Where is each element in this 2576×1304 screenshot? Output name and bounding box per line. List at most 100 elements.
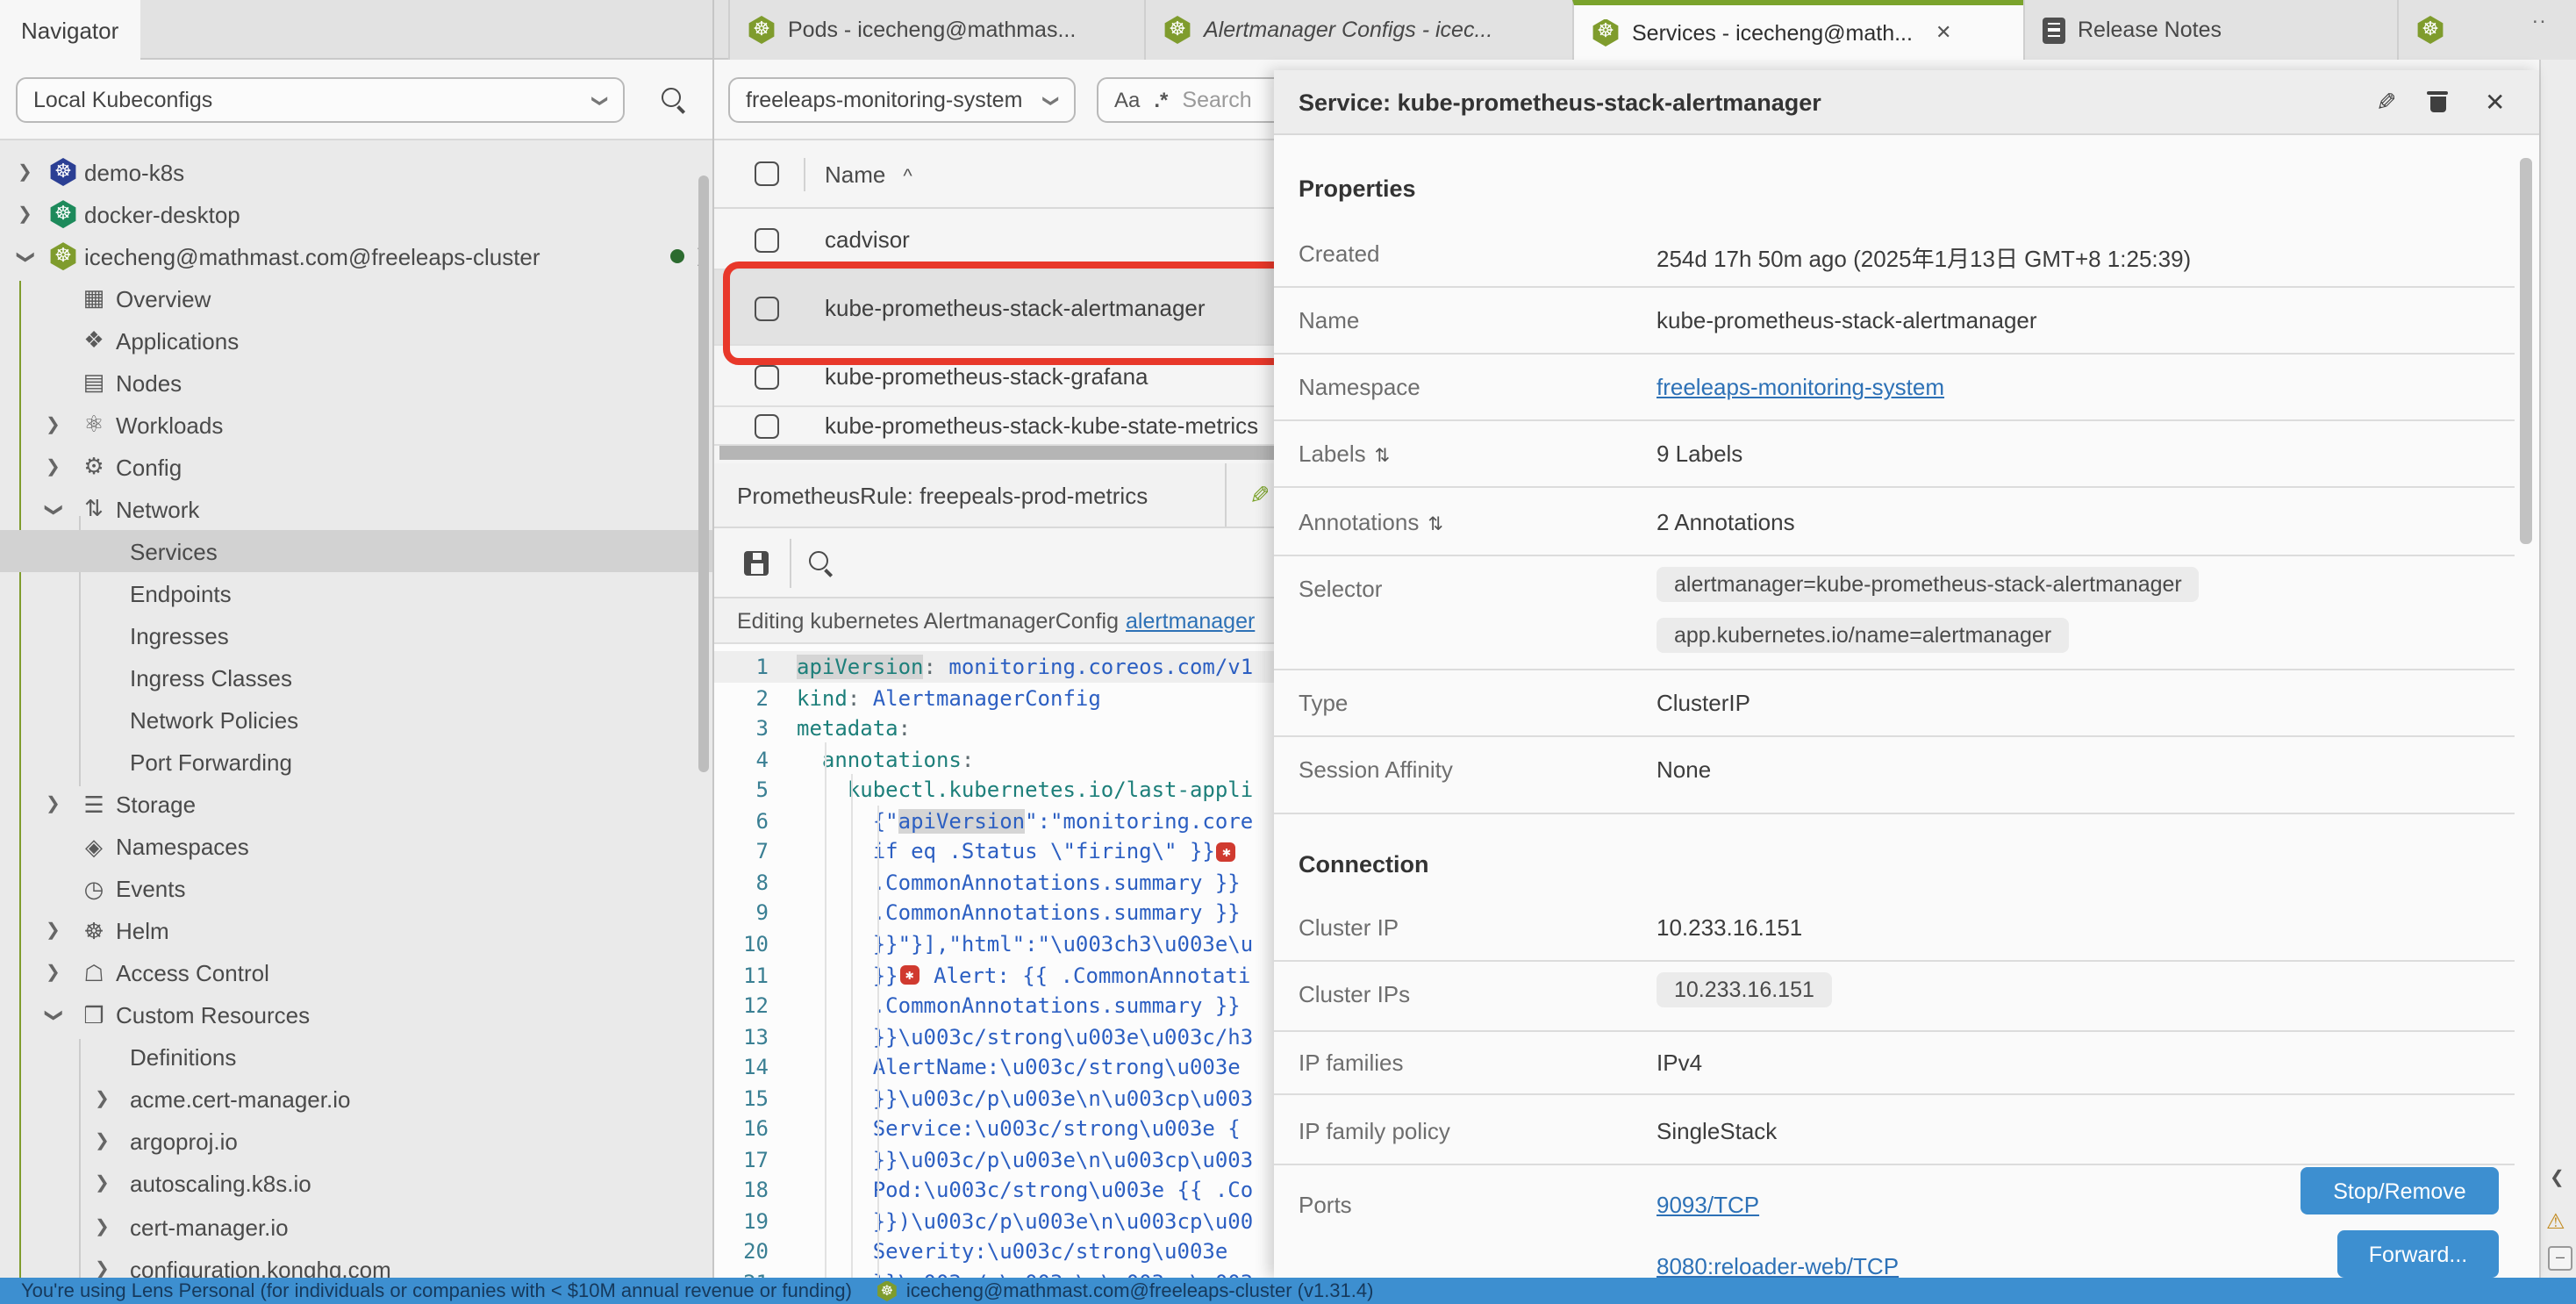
sidebar-item-autoscaling-k8s-io[interactable]: ❯autoscaling.k8s.io — [0, 1164, 712, 1206]
chevron-left-icon[interactable]: ❮ — [2550, 1169, 2565, 1188]
kubernetes-icon: ☸ — [1163, 16, 1191, 44]
chevron-right-icon[interactable]: ❯ — [95, 1259, 110, 1278]
chevron-right-icon[interactable]: ❯ — [46, 458, 61, 477]
line-number: 6 — [712, 809, 797, 834]
indent-guide — [851, 774, 853, 1278]
edit-icon[interactable]: ✎ — [1249, 480, 1270, 510]
edit-icon[interactable]: ✎ — [2376, 87, 2396, 117]
tab-pods[interactable]: ☸ Pods - icecheng@mathmas... — [728, 0, 1144, 60]
chevron-right-icon[interactable]: ❯ — [18, 162, 32, 182]
session-affinity-value: None — [1657, 756, 1711, 783]
save-icon[interactable] — [744, 550, 769, 575]
chevron-right-icon[interactable]: ❯ — [95, 1091, 110, 1110]
forward-button[interactable]: Forward... — [2337, 1230, 2499, 1278]
service-name: kube-prometheus-stack-kube-state-metrics — [825, 412, 1258, 439]
network-icon: ⇅ — [79, 496, 109, 524]
row-checkbox[interactable] — [755, 414, 779, 439]
regex-icon[interactable]: .* — [1154, 88, 1168, 112]
chevron-right-icon[interactable]: ❯ — [46, 964, 61, 984]
panel-divider[interactable] — [712, 0, 714, 1278]
cluster-ips-label: Cluster IPs — [1299, 981, 1410, 1007]
namespace-select[interactable]: freeleaps-monitoring-system ❯ — [728, 77, 1076, 123]
sidebar-item-demo-k8s[interactable]: ❯☸demo-k8s — [0, 151, 712, 193]
editor-search-icon[interactable] — [807, 548, 835, 577]
close-icon[interactable]: ✕ — [2485, 87, 2505, 117]
select-all-checkbox[interactable] — [755, 161, 779, 186]
namespaces-icon: ◈ — [79, 833, 109, 861]
zoom-out-control[interactable]: – — [2548, 1246, 2572, 1271]
name-value: kube-prometheus-stack-alertmanager — [1657, 307, 2037, 333]
cluster-connected-dot — [670, 249, 684, 263]
sidebar-item-nodes[interactable]: ▤Nodes — [0, 362, 712, 404]
annotations-label[interactable]: Annotations⇅ — [1299, 509, 1443, 535]
sidebar-item-overview[interactable]: ▦Overview — [0, 277, 712, 319]
sidebar-item-events[interactable]: ◷Events — [0, 868, 712, 910]
sidebar-item-label: Overview — [116, 285, 211, 312]
sidebar-item-endpoints[interactable]: Endpoints — [0, 573, 712, 615]
chevron-right-icon[interactable]: ❯ — [95, 1133, 110, 1152]
search-icon[interactable] — [660, 86, 688, 114]
match-case-icon[interactable]: Aa — [1114, 88, 1140, 112]
sidebar-item-configuration-konghq-com[interactable]: ❯configuration.konghq.com — [0, 1248, 712, 1278]
sidebar-item-storage[interactable]: ❯☰Storage — [0, 784, 712, 826]
sidebar-item-workloads[interactable]: ❯⚛Workloads — [0, 404, 712, 446]
row-checkbox[interactable] — [755, 227, 779, 252]
tab-overflow[interactable]: ☸ — [2397, 0, 2576, 60]
sidebar-item-port-forwarding[interactable]: Port Forwarding — [0, 742, 712, 784]
service-details-panel: Service: kube-prometheus-stack-alertmana… — [1274, 70, 2539, 1278]
sidebar-item-custom-resources[interactable]: ❯❒Custom Resources — [0, 995, 712, 1037]
sidebar-item-access-control[interactable]: ❯☖Access Control — [0, 953, 712, 995]
chevron-right-icon[interactable]: ❯ — [95, 1175, 110, 1194]
chevron-right-icon[interactable]: ❯ — [46, 795, 61, 814]
sidebar-item-ingresses[interactable]: Ingresses — [0, 615, 712, 657]
sidebar-item-acme-cert-manager-io[interactable]: ❯acme.cert-manager.io — [0, 1079, 712, 1121]
chevron-down-icon: ❯ — [1041, 93, 1061, 106]
document-icon — [2043, 17, 2065, 43]
ports-label: Ports — [1299, 1192, 1352, 1218]
sidebar-item-argoproj-io[interactable]: ❯argoproj.io — [0, 1121, 712, 1164]
delete-icon[interactable] — [2427, 90, 2448, 114]
stop-remove-button[interactable]: Stop/Remove — [2301, 1167, 2499, 1214]
port-link-9093[interactable]: 9093/TCP — [1657, 1192, 1759, 1218]
sidebar-item-services[interactable]: Services — [0, 531, 712, 573]
chevron-right-icon[interactable]: ❯ — [95, 1217, 110, 1236]
sidebar-item-label: Applications — [116, 327, 239, 354]
sidebar-item-icecheng-mathmast-com-freeleaps-cluster[interactable]: ❯☸icecheng@mathmast.com@freeleaps-cluste… — [0, 235, 712, 277]
chevron-right-icon[interactable]: ❯ — [46, 415, 61, 434]
sidebar-item-helm[interactable]: ❯☸Helm — [0, 910, 712, 952]
sidebar-item-network[interactable]: ❯⇅Network — [0, 489, 712, 531]
chevron-down-icon[interactable]: ❯ — [15, 249, 34, 264]
sidebar-item-config[interactable]: ❯⚙Config — [0, 447, 712, 489]
sidebar-item-namespaces[interactable]: ◈Namespaces — [0, 826, 712, 868]
sidebar-item-label: Custom Resources — [116, 1003, 310, 1029]
chevron-right-icon[interactable]: ❯ — [18, 204, 32, 224]
labels-label[interactable]: Labels⇅ — [1299, 441, 1390, 467]
namespace-link[interactable]: freeleaps-monitoring-system — [1657, 374, 1944, 400]
search-placeholder: Search — [1182, 88, 1251, 112]
sidebar-item-network-policies[interactable]: Network Policies — [0, 699, 712, 742]
chevron-down-icon[interactable]: ❯ — [43, 1008, 62, 1023]
window-dots: .. — [2532, 4, 2547, 28]
column-header-name[interactable]: Name^ — [825, 161, 912, 187]
chevron-down-icon[interactable]: ❯ — [43, 502, 62, 517]
line-number: 21 — [712, 1271, 797, 1278]
alertmanager-config-link[interactable]: alertmanager — [1126, 608, 1255, 633]
tab-alertmanager-configs[interactable]: ☸ Alertmanager Configs - icec... — [1144, 0, 1572, 60]
sidebar-item-ingress-classes[interactable]: Ingress Classes — [0, 657, 712, 699]
port-link-8080[interactable]: 8080:reloader-web/TCP — [1657, 1253, 1899, 1278]
sidebar-item-docker-desktop[interactable]: ❯☸docker-desktop — [0, 193, 712, 235]
tab-release-notes[interactable]: Release Notes — [2023, 0, 2397, 60]
tab-services[interactable]: ☸ Services - icecheng@math... ✕ — [1572, 0, 2023, 60]
warning-icon[interactable]: ⚠ — [2546, 1209, 2565, 1234]
details-scrollbar[interactable] — [2520, 158, 2532, 544]
close-tab-icon[interactable]: ✕ — [1936, 21, 1951, 44]
row-checkbox[interactable] — [755, 364, 779, 389]
sidebar-item-definitions[interactable]: Definitions — [0, 1037, 712, 1079]
line-number: 5 — [712, 777, 797, 802]
line-number: 3 — [712, 716, 797, 741]
sidebar-scrollbar[interactable] — [698, 176, 709, 772]
sidebar-item-applications[interactable]: ❖Applications — [0, 319, 712, 362]
sidebar-item-cert-manager-io[interactable]: ❯cert-manager.io — [0, 1206, 712, 1248]
chevron-right-icon[interactable]: ❯ — [46, 921, 61, 941]
kubeconfig-select[interactable]: Local Kubeconfigs ❯ — [16, 77, 625, 123]
